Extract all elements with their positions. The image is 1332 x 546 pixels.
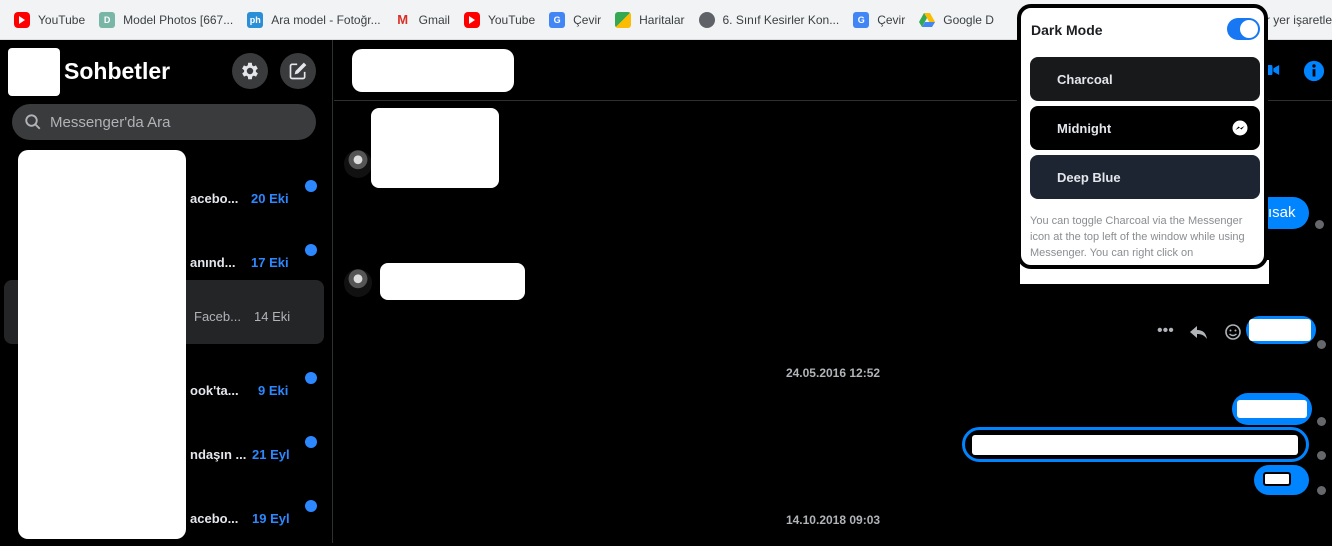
sent-message-bubble[interactable]: [1232, 393, 1312, 425]
bookmark-model-photos[interactable]: D Model Photos [667...: [93, 6, 239, 34]
new-message-button[interactable]: [280, 53, 316, 89]
bookmark-kesirler[interactable]: 6. Sınıf Kesirler Kon...: [693, 6, 846, 34]
read-receipt: [1317, 486, 1326, 495]
react-emoji-icon[interactable]: [1225, 324, 1241, 340]
bookmark-youtube-2[interactable]: YouTube: [458, 6, 541, 34]
other-bookmarks[interactable]: r yer işaretle: [1266, 0, 1332, 40]
search-input[interactable]: [50, 113, 300, 131]
redacted-contact-names: [18, 150, 186, 539]
settings-button[interactable]: [232, 53, 268, 89]
conversation-date: 21 Eyl: [252, 447, 290, 462]
d-icon: D: [99, 11, 116, 28]
theme-option-deep-blue[interactable]: Deep Blue: [1030, 155, 1260, 199]
unread-dot: [305, 244, 317, 256]
redacted-message: [1249, 319, 1311, 341]
unread-dot: [305, 372, 317, 384]
conversations-sidebar: Sohbetler acebo... 20 Eki anınd... 17 Ek…: [0, 40, 333, 543]
ph-icon: ph: [247, 11, 264, 28]
bookmark-ara-model[interactable]: ph Ara model - Fotoğr...: [241, 6, 386, 34]
theme-option-midnight[interactable]: Midnight: [1030, 106, 1260, 150]
conversation-date: 9 Eki: [258, 383, 289, 398]
bookmark-label: Google D: [943, 12, 994, 27]
contact-avatar[interactable]: [344, 269, 372, 297]
search-bar[interactable]: [12, 104, 316, 140]
gear-icon: [242, 62, 258, 80]
bookmark-label: Model Photos [667...: [123, 12, 234, 27]
sent-message-bubble[interactable]: [1246, 316, 1316, 344]
translate-icon: G: [549, 11, 566, 28]
youtube-icon: [463, 11, 480, 28]
conversation-date: 19 Eyl: [252, 511, 290, 526]
conversation-snippet: anınd...: [190, 255, 236, 270]
theme-label: Charcoal: [1057, 71, 1113, 87]
bookmark-haritalar[interactable]: Haritalar: [609, 6, 690, 34]
bookmark-youtube[interactable]: YouTube: [8, 6, 91, 34]
gmail-icon: M: [397, 12, 409, 27]
conversation-snippet: ndaşın ...: [190, 447, 247, 462]
dark-mode-description: You can toggle Charcoal via the Messenge…: [1030, 215, 1245, 259]
dark-mode-toggle[interactable]: [1227, 18, 1260, 40]
bookmark-label: Ara model - Fotoğr...: [271, 12, 381, 27]
compose-icon: [289, 62, 307, 80]
conversation-snippet: acebo...: [190, 511, 239, 526]
contact-avatar[interactable]: [344, 150, 372, 178]
read-receipt: [1317, 451, 1326, 460]
redacted-message: [972, 435, 1298, 455]
bookmark-label: YouTube: [38, 12, 86, 27]
translate-icon: G: [853, 11, 870, 28]
dark-mode-title: Dark Mode: [1031, 22, 1103, 38]
bookmark-cevir[interactable]: G Çevir: [543, 6, 607, 34]
conversation-snippet: Faceb...: [194, 309, 241, 324]
redacted-message: [1237, 400, 1307, 418]
profile-avatar[interactable]: [8, 48, 60, 96]
redacted-message: [1263, 472, 1291, 486]
redacted-contact-name[interactable]: [352, 49, 514, 92]
search-icon: [25, 114, 41, 130]
sent-message-bubble[interactable]: [1254, 465, 1309, 495]
dark-mode-popup: Dark Mode Charcoal Midnight Deep Blue Yo…: [1017, 4, 1268, 269]
bookmark-label: 6. Sınıf Kesirler Kon...: [722, 12, 840, 27]
redacted-message: [380, 263, 525, 300]
read-receipt: [1317, 417, 1326, 426]
globe-icon: [698, 11, 715, 28]
bookmark-label: Çevir: [877, 12, 906, 27]
theme-option-charcoal[interactable]: Charcoal: [1030, 57, 1260, 101]
read-receipt: [1315, 220, 1324, 229]
other-bookmarks-label: r yer işaretle: [1265, 13, 1332, 27]
conversation-date: 14 Eki: [254, 309, 291, 324]
sent-message-bubble[interactable]: [962, 427, 1309, 462]
bookmark-cevir-2[interactable]: G Çevir: [847, 6, 911, 34]
toggle-knob: [1240, 20, 1258, 38]
unread-dot: [305, 436, 317, 448]
bookmark-label: Çevir: [573, 12, 602, 27]
theme-label: Deep Blue: [1057, 169, 1121, 185]
message-timestamp: 24.05.2016 12:52: [785, 366, 881, 380]
info-icon[interactable]: [1303, 60, 1325, 82]
conversation-snippet: ook'ta...: [190, 383, 239, 398]
bookmark-gmail[interactable]: M Gmail: [389, 6, 456, 34]
youtube-icon: [14, 11, 30, 28]
maps-icon: [615, 11, 632, 28]
bookmark-google-drive[interactable]: Google D: [913, 6, 1000, 34]
messenger-icon: [1232, 120, 1248, 136]
theme-label: Midnight: [1057, 120, 1112, 136]
sidebar-title: Sohbetler: [64, 58, 171, 84]
bookmark-label: YouTube: [487, 12, 536, 27]
drive-icon: [919, 12, 936, 28]
message-text: ısak: [1268, 204, 1296, 221]
redacted-message: [371, 108, 499, 188]
reply-icon[interactable]: [1190, 326, 1208, 340]
conversation-snippet: acebo...: [190, 191, 239, 206]
unread-dot: [305, 180, 317, 192]
read-receipt: [1317, 340, 1326, 349]
unread-dot: [305, 500, 317, 512]
message-timestamp: 14.10.2018 09:03: [785, 513, 881, 527]
more-options-icon[interactable]: •••: [1157, 322, 1174, 340]
bookmark-label: Gmail: [418, 12, 450, 27]
conversation-date: 20 Eki: [251, 191, 289, 206]
bookmark-label: Haritalar: [639, 12, 685, 27]
conversation-date: 17 Eki: [251, 255, 289, 270]
